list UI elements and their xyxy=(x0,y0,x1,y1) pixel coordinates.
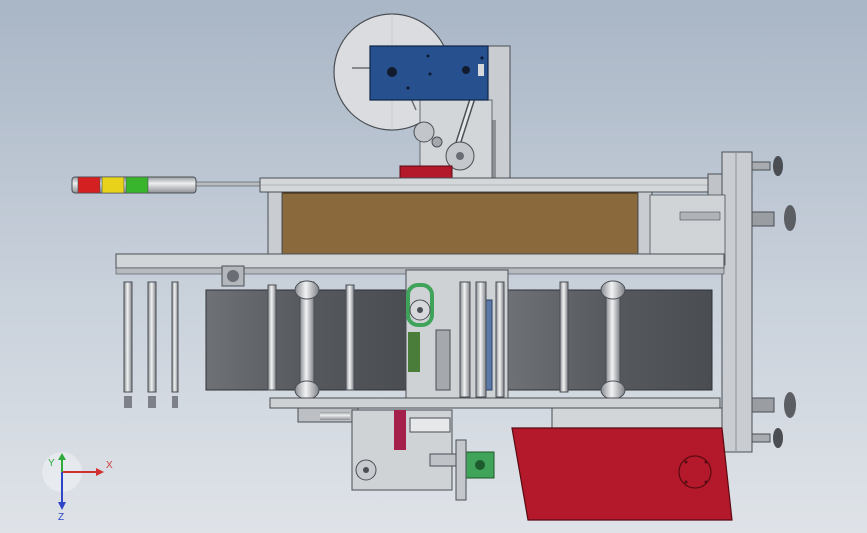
x-axis-label: X xyxy=(106,460,113,471)
blue-motor-plate[interactable] xyxy=(369,45,489,101)
machine-model[interactable] xyxy=(0,0,867,533)
y-axis-label: Y xyxy=(48,458,55,469)
center-drive-mechanism[interactable] xyxy=(405,269,509,401)
brown-panel[interactable] xyxy=(281,192,639,256)
cad-viewport[interactable]: X Z Y xyxy=(0,0,867,533)
coordinate-triad: X Z Y xyxy=(42,452,113,523)
lower-mechanism[interactable] xyxy=(351,409,495,501)
signal-tower[interactable] xyxy=(71,176,266,194)
z-axis-label: Z xyxy=(58,512,64,523)
adjustment-knobs[interactable] xyxy=(751,156,796,448)
red-base[interactable] xyxy=(511,407,733,521)
